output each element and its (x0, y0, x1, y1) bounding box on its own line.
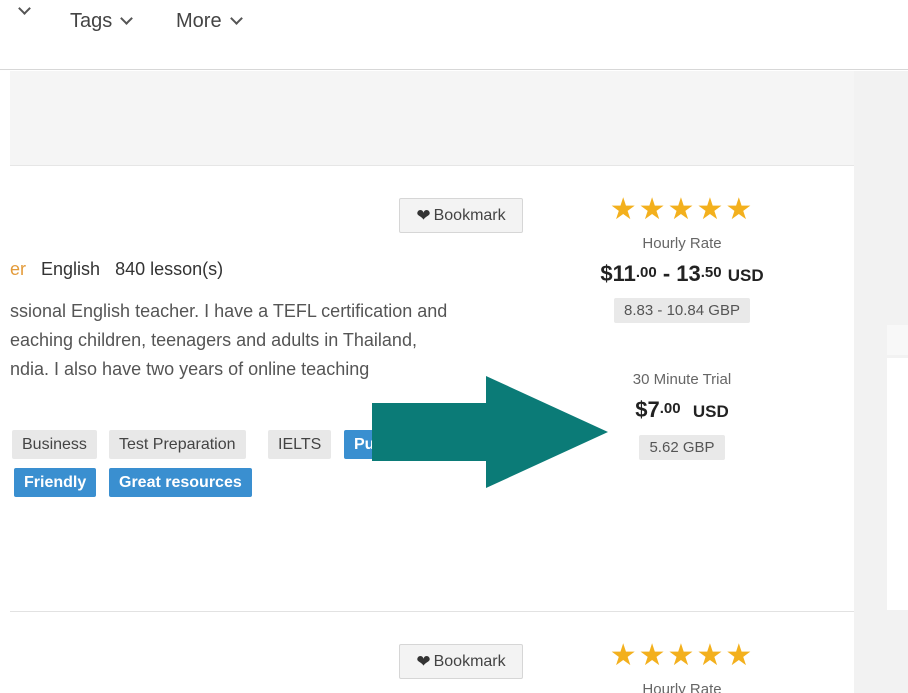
right-sidebar-strip (887, 325, 908, 355)
description-line: ssional English teacher. I have a TEFL c… (10, 301, 448, 321)
star-icon: ★ (696, 639, 726, 672)
star-icon: ★ (696, 193, 726, 226)
bookmark-button[interactable]: ❤ Bookmark (399, 644, 523, 679)
tag-ielts[interactable]: IELTS (268, 430, 332, 459)
nav-dropdown-tags[interactable]: Tags (70, 10, 134, 33)
heart-icon: ❤ (416, 652, 431, 671)
star-rating: ★★★★★ (577, 641, 787, 671)
star-rating: ★★★★★ (577, 195, 787, 225)
star-icon: ★ (667, 193, 697, 226)
teacher-language: English (41, 259, 101, 279)
trial-price-converted: 5.62 GBP (639, 435, 725, 460)
star-icon: ★ (609, 193, 639, 226)
star-icon: ★ (667, 639, 697, 672)
right-sidebar-card (887, 358, 908, 610)
star-icon: ★ (609, 639, 639, 672)
chevron-down-icon (229, 12, 243, 25)
hourly-rate-label: Hourly Rate (642, 681, 722, 693)
teacher-meta: er English 840 lesson(s) (10, 259, 233, 280)
hourly-rate-label: Hourly Rate (642, 235, 722, 252)
trial-price: $7.00 USD (635, 397, 729, 422)
teacher-description: ssional English teacher. I have a TEFL c… (10, 297, 510, 384)
hourly-price-converted: 8.83 - 10.84 GBP (614, 298, 750, 323)
hourly-price: $11.00 - 13.50 USD (600, 261, 764, 286)
chevron-down-icon (120, 12, 134, 25)
heart-icon: ❤ (416, 206, 431, 225)
arrow-right-icon (372, 376, 608, 488)
trial-label: 30 Minute Trial (632, 371, 732, 388)
nav-label-tags: Tags (70, 10, 113, 32)
star-icon: ★ (638, 639, 668, 672)
tag-great-resources[interactable]: Great resources (109, 468, 252, 497)
teacher-role: er (10, 259, 27, 279)
star-icon: ★ (638, 193, 668, 226)
chevron-down-icon (18, 2, 31, 15)
nav-dropdown-partial[interactable] (18, 2, 31, 15)
lesson-count: 840 lesson(s) (115, 259, 224, 279)
bookmark-label: Bookmark (433, 652, 506, 670)
bookmark-button[interactable]: ❤ Bookmark (399, 198, 523, 233)
description-line: eaching children, teenagers and adults i… (10, 330, 417, 350)
top-nav: Tags More (0, 0, 908, 70)
star-icon: ★ (725, 193, 755, 226)
bookmark-label: Bookmark (433, 206, 506, 224)
tag-business[interactable]: Business (12, 430, 97, 459)
filter-band (10, 71, 854, 166)
nav-dropdown-more[interactable]: More (176, 10, 243, 33)
teacher-card: ❤ Bookmark ★★★★★ Hourly Rate (10, 613, 854, 693)
star-icon: ★ (725, 639, 755, 672)
tag-friendly[interactable]: Friendly (14, 468, 97, 497)
tag-test-preparation[interactable]: Test Preparation (109, 430, 246, 459)
nav-label-more: More (176, 10, 222, 32)
